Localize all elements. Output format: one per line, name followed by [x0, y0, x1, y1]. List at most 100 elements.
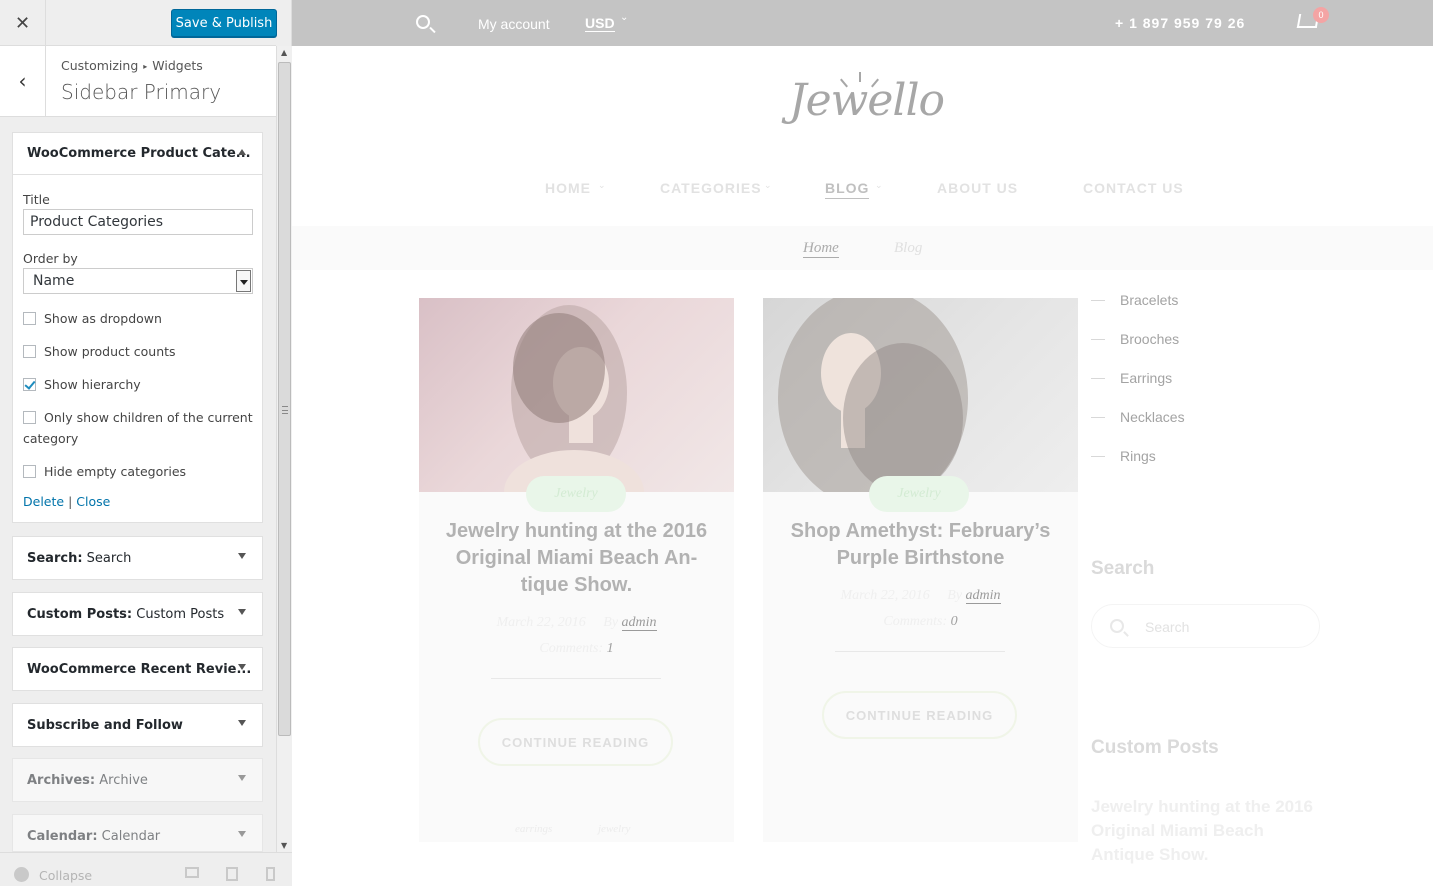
nav-home[interactable]: HOME — [545, 180, 591, 196]
scroll-down-icon[interactable]: ▼ — [281, 841, 287, 850]
checkbox-hide-empty[interactable]: Hide empty categories — [23, 461, 253, 482]
comments-count[interactable]: 0 — [951, 614, 958, 629]
checkbox-box[interactable] — [23, 411, 36, 424]
widget-subscribe-follow[interactable]: Subscribe and Follow — [12, 703, 263, 747]
site-logo[interactable]: Jewello — [789, 75, 945, 126]
search-widget-heading: Search — [1091, 558, 1155, 579]
post-title[interactable]: Shop Amethyst: February’s Purple Birthst… — [783, 518, 1058, 572]
search-icon — [1110, 619, 1124, 633]
link-separator: | — [68, 494, 73, 509]
category-item[interactable]: Bracelets — [1091, 292, 1178, 308]
category-item[interactable]: Earrings — [1091, 370, 1172, 386]
comments-count[interactable]: 1 — [607, 641, 614, 656]
post-author[interactable]: admin — [965, 588, 1001, 604]
continue-reading-button[interactable]: CONTINUE READING — [822, 691, 1017, 739]
dash-icon — [1091, 416, 1105, 418]
mobile-preview-icon[interactable] — [266, 867, 275, 881]
category-label[interactable]: Bracelets — [1120, 292, 1178, 308]
desktop-preview-icon[interactable] — [185, 867, 199, 878]
custom-post-link[interactable]: Jewelry hunting at the 2016 Original Mia… — [1091, 795, 1331, 867]
category-label[interactable]: Earrings — [1120, 370, 1172, 386]
my-account-link[interactable]: My account — [478, 16, 550, 32]
post-comments: Comments: 1 — [419, 641, 734, 657]
widget-header-product-categories[interactable]: WooCommerce Product Cate... — [13, 133, 262, 175]
close-link[interactable]: Close — [76, 494, 110, 509]
widget-header[interactable]: Archives: Archive — [13, 759, 262, 801]
breadcrumb-current: Widgets — [152, 58, 203, 73]
post-tag[interactable]: Jewelry — [869, 476, 969, 512]
widget-custom-posts[interactable]: Custom Posts: Custom Posts — [12, 592, 263, 636]
post-footer-tag[interactable]: earrings — [515, 823, 552, 835]
post-image[interactable] — [763, 298, 1078, 492]
sidebar-search-input[interactable]: Search — [1091, 604, 1320, 648]
continue-reading-button[interactable]: CONTINUE READING — [478, 718, 673, 766]
checkbox-show-product-counts[interactable]: Show product counts — [23, 341, 253, 362]
widget-header[interactable]: Search: Search — [13, 537, 262, 579]
nav-about-us[interactable]: ABOUT US — [937, 180, 1018, 196]
nav-contact-us[interactable]: CONTACT US — [1083, 180, 1184, 196]
checkbox-label: Show hierarchy — [44, 377, 141, 392]
checkbox-box[interactable] — [23, 312, 36, 325]
collapse-icon[interactable] — [14, 867, 29, 882]
category-item[interactable]: Necklaces — [1091, 409, 1185, 425]
widget-calendar[interactable]: Calendar: Calendar — [12, 814, 263, 852]
post-by: By — [603, 615, 619, 630]
scrollbar-thumb[interactable] — [278, 62, 291, 736]
nav-blog[interactable]: BLOG — [825, 180, 870, 199]
customizer-panel: ✕ Save & Publish ‹ Customizing ▸ Widgets S… — [0, 0, 292, 886]
category-label[interactable]: Necklaces — [1120, 409, 1185, 425]
category-label[interactable]: Brooches — [1120, 331, 1179, 347]
widget-header[interactable]: Subscribe and Follow — [13, 704, 262, 746]
delete-link[interactable]: Delete — [23, 494, 64, 509]
breadcrumb-bar — [292, 226, 1433, 270]
close-icon[interactable]: ✕ — [0, 0, 46, 46]
tablet-preview-icon[interactable] — [226, 867, 238, 881]
checkbox-box[interactable] — [23, 345, 36, 358]
widget-header[interactable]: WooCommerce Recent Revie... — [13, 648, 262, 690]
currency-select[interactable]: USD — [585, 15, 615, 32]
checkbox-box[interactable] — [23, 465, 36, 478]
title-input[interactable]: Product Categories — [23, 209, 253, 235]
checkbox-show-hierarchy[interactable]: Show hierarchy — [23, 374, 253, 395]
search-icon[interactable] — [416, 15, 430, 29]
chevron-down-icon[interactable] — [238, 775, 246, 781]
widget-header[interactable]: Calendar: Calendar — [13, 815, 262, 851]
chevron-down-icon[interactable] — [238, 831, 246, 837]
chevron-down-icon[interactable] — [236, 270, 251, 292]
chevron-up-icon[interactable] — [238, 149, 246, 155]
checkbox-show-dropdown[interactable]: Show as dropdown — [23, 308, 253, 329]
checkbox-only-children[interactable]: Only show children of the current catego… — [23, 407, 253, 449]
chevron-down-icon[interactable] — [238, 553, 246, 559]
post-footer-tag[interactable]: jewelry — [598, 823, 630, 835]
checkbox-checked-icon[interactable] — [23, 378, 36, 391]
breadcrumb-home[interactable]: Home — [803, 240, 839, 258]
nav-categories[interactable]: CATEGORIES — [660, 180, 762, 196]
checkbox-label: Show as dropdown — [44, 311, 162, 326]
category-item[interactable]: Rings — [1091, 448, 1156, 464]
post-image[interactable] — [419, 298, 734, 492]
save-publish-button[interactable]: Save & Publish — [171, 9, 277, 37]
breadcrumb-blog: Blog — [894, 240, 923, 256]
panel-scrollbar[interactable]: ▲ ▼ — [276, 46, 292, 852]
title-label: Title — [23, 192, 50, 207]
chevron-down-icon[interactable]: ⌄ — [620, 12, 628, 23]
widget-search[interactable]: Search: Search — [12, 536, 263, 580]
category-item[interactable]: Brooches — [1091, 331, 1179, 347]
collapse-button[interactable]: Collapse — [39, 868, 92, 883]
back-icon[interactable]: ‹ — [0, 46, 46, 116]
checkbox-label: Only show children of the current catego… — [23, 410, 253, 446]
category-label[interactable]: Rings — [1120, 448, 1156, 464]
scroll-up-icon[interactable]: ▲ — [281, 48, 287, 57]
post-tag[interactable]: Jewelry — [526, 476, 626, 512]
widget-archives[interactable]: Archives: Archive — [12, 758, 263, 802]
orderby-select[interactable]: Name — [23, 268, 253, 294]
widget-header[interactable]: Custom Posts: Custom Posts — [13, 593, 262, 635]
widget-type: Archives: — [27, 772, 96, 788]
chevron-down-icon[interactable] — [238, 720, 246, 726]
chevron-down-icon[interactable] — [238, 609, 246, 615]
portrait-illustration — [778, 298, 968, 492]
post-author[interactable]: admin — [621, 615, 657, 631]
chevron-down-icon[interactable] — [238, 664, 246, 670]
post-title[interactable]: Jewelry hunting at the 2016 Original Mia… — [439, 518, 714, 599]
widget-recent-reviews[interactable]: WooCommerce Recent Revie... — [12, 647, 263, 691]
